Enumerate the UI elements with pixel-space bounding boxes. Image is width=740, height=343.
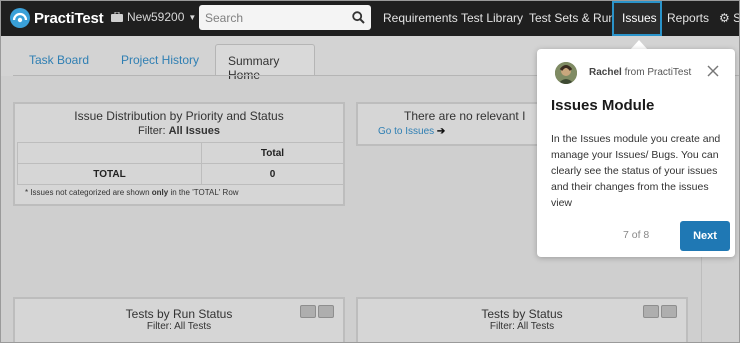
table-footnote: * Issues not categorized are shown only … [25, 188, 239, 197]
panel-title: There are no relevant I [404, 109, 526, 123]
tests-by-status-panel: Tests by Status Filter: All Tests [356, 297, 688, 342]
nav-issues[interactable]: Issues [612, 1, 662, 36]
panel-filter: Filter: All Issues [15, 125, 343, 137]
tab-summary-home[interactable]: Summary Home [215, 44, 315, 82]
panel-title: Tests by Status [481, 307, 563, 321]
arrow-right-icon: ➔ [436, 126, 446, 137]
step-counter: 7 of 8 [623, 229, 650, 241]
tab-project-history[interactable]: Project History [121, 53, 199, 67]
project-selector[interactable]: New59200 ▼ [111, 10, 196, 24]
avatar-image [555, 62, 577, 84]
top-navbar: PractiTest New59200 ▼ Requirements Test … [1, 1, 739, 36]
sender-name: Rachel [589, 67, 622, 78]
nav-test-sets-runs[interactable]: Test Sets & Runs [529, 11, 621, 25]
nav-test-library[interactable]: Test Library [461, 11, 523, 25]
sender-suffix: from PractiTest [624, 67, 692, 78]
caret-down-icon: ▼ [188, 12, 197, 22]
panel-title: Issue Distribution by Priority and Statu… [74, 109, 284, 123]
go-to-issues-link[interactable]: Go to Issues ➔ [378, 126, 445, 137]
filter-value: All Issues [168, 125, 220, 137]
popover-body: In the Issues module you create and mana… [551, 133, 721, 209]
issue-table: Total TOTAL 0 [17, 142, 344, 185]
sender-line: Rachel from PractiTest [589, 67, 691, 78]
go-to-issues-label: Go to Issues [378, 126, 435, 137]
avatar [555, 62, 577, 84]
footnote-text-end: in the 'TOTAL' Row [170, 188, 239, 197]
search-icon[interactable] [352, 11, 365, 24]
logo-text: PractiTest [34, 9, 104, 27]
close-icon[interactable] [707, 65, 719, 77]
panel-filter: Filter: All Tests [489, 321, 555, 332]
project-name: New59200 [127, 10, 185, 24]
nav-requirements[interactable]: Requirements [383, 11, 458, 25]
issue-distribution-panel: Issue Distribution by Priority and Statu… [13, 102, 345, 206]
search-input[interactable] [199, 5, 349, 30]
panel-filter: Filter: All Tests [146, 321, 212, 332]
panel-actions [643, 305, 677, 318]
print-icon[interactable] [643, 305, 659, 318]
nav-issues-label: Issues [622, 11, 657, 25]
row-value-total[interactable]: 0 [201, 163, 344, 185]
tab-summary-home-label: Summary Home [228, 54, 280, 82]
table-row: TOTAL 0 [17, 163, 344, 185]
settings-gear-icon[interactable]: ⚙ S [719, 11, 739, 25]
column-header-total: Total [201, 142, 344, 164]
footnote-text: * Issues not categorized are shown [25, 188, 150, 197]
search-box [199, 5, 371, 30]
next-button[interactable]: Next [680, 221, 730, 251]
relevant-issues-panel: There are no relevant I Go to Issues ➔ [356, 102, 556, 146]
app-window: PractiTest New59200 ▼ Requirements Test … [0, 0, 740, 343]
filter-label: Filter: [138, 125, 166, 137]
practitest-logo[interactable]: PractiTest [9, 7, 104, 29]
table-header-empty [17, 142, 202, 164]
tab-task-board[interactable]: Task Board [29, 53, 89, 67]
tour-popover: Rachel from PractiTest Issues Module In … [537, 49, 735, 257]
row-label-total: TOTAL [17, 163, 202, 185]
practitest-logo-icon [10, 8, 30, 28]
footnote-bold: only [151, 188, 169, 197]
nav-reports[interactable]: Reports [667, 11, 709, 25]
print-icon[interactable] [300, 305, 316, 318]
tests-by-run-status-panel: Tests by Run Status Filter: All Tests [13, 297, 345, 342]
download-icon[interactable] [661, 305, 677, 318]
table-header-row: Total [17, 142, 344, 164]
panel-actions [300, 305, 334, 318]
popover-title: Issues Module [551, 97, 655, 114]
briefcase-icon [111, 12, 123, 22]
panel-title: Tests by Run Status [125, 307, 233, 321]
download-icon[interactable] [318, 305, 334, 318]
